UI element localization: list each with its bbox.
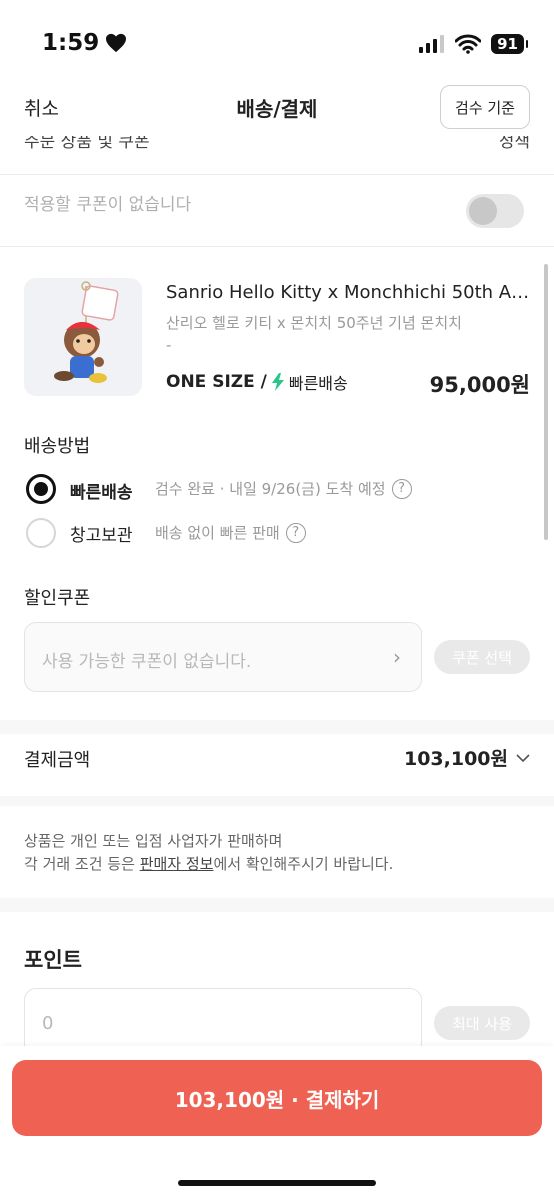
status-bar: 1:59 91 bbox=[0, 0, 554, 80]
notice-text: 각 거래 조건 등은 bbox=[24, 855, 140, 873]
chevron-down-icon bbox=[516, 753, 530, 762]
wifi-icon bbox=[455, 34, 482, 54]
coupon-placeholder: 사용 가능한 쿠폰이 없습니다. bbox=[42, 652, 252, 672]
clock-text: 1:59 bbox=[42, 30, 100, 56]
coupon-select-field[interactable]: 사용 가능한 쿠폰이 없습니다. › bbox=[24, 622, 422, 692]
lightning-icon bbox=[271, 373, 284, 391]
shipping-title: 배송방법 bbox=[24, 436, 91, 457]
help-icon[interactable]: ? bbox=[391, 478, 412, 499]
divider bbox=[0, 174, 554, 175]
shipping-option-desc: 배송 없이 빠른 판매 ? bbox=[155, 522, 306, 543]
pay-button[interactable]: 103,100원 · 결제하기 bbox=[12, 1060, 542, 1136]
points-title: 포인트 bbox=[24, 948, 82, 972]
coupon-select-button[interactable]: 쿠폰 선택 bbox=[434, 640, 530, 674]
points-value: 0 bbox=[42, 1013, 54, 1034]
product-subtitle: 산리오 헬로 키티 x 몬치치 50주년 기념 몬치치 bbox=[166, 314, 462, 332]
product-size: ONE SIZE / bbox=[166, 372, 267, 392]
discount-title: 할인쿠폰 bbox=[24, 588, 91, 609]
clipped-row-left: 주문 상품 및 쿠폰 bbox=[24, 136, 150, 150]
seller-notice: 상품은 개인 또는 입점 사업자가 판매하며 각 거래 조건 등은 판매자 정보… bbox=[24, 830, 393, 876]
home-indicator[interactable] bbox=[178, 1180, 376, 1186]
inspection-criteria-button[interactable]: 검수 기준 bbox=[440, 85, 530, 129]
scrollbar[interactable] bbox=[544, 264, 548, 540]
notice-line: 상품은 개인 또는 입점 사업자가 판매하며 bbox=[24, 832, 283, 850]
footer: 103,100원 · 결제하기 bbox=[0, 1046, 554, 1200]
product-price: 95,000원 bbox=[429, 373, 530, 397]
product-dash: - bbox=[166, 336, 172, 354]
section-gap bbox=[0, 720, 554, 734]
divider bbox=[0, 246, 554, 247]
shipping-option-desc: 검수 완료 · 내일 9/26(금) 도착 예정 ? bbox=[155, 478, 412, 499]
notice-line: 각 거래 조건 등은 판매자 정보에서 확인해주시기 바랍니다. bbox=[24, 853, 393, 876]
status-time: 1:59 bbox=[42, 30, 127, 56]
shipping-option-desc-text: 배송 없이 빠른 판매 bbox=[155, 524, 280, 542]
help-icon[interactable]: ? bbox=[285, 522, 306, 543]
total-amount-toggle[interactable]: 103,100원 bbox=[404, 744, 530, 771]
status-icons: 91 bbox=[419, 34, 528, 54]
radio-fast-delivery[interactable] bbox=[26, 474, 56, 504]
shipping-option-desc-text: 검수 완료 · 내일 9/26(금) 도착 예정 bbox=[155, 480, 386, 498]
shipping-option-label[interactable]: 창고보관 bbox=[70, 521, 133, 546]
product-image bbox=[24, 278, 142, 396]
signal-icon bbox=[419, 35, 445, 53]
monchhichi-figure-icon bbox=[54, 281, 119, 383]
section-gap bbox=[0, 898, 554, 912]
seller-info-link[interactable]: 판매자 정보 bbox=[140, 855, 214, 873]
total-label: 결제금액 bbox=[24, 750, 91, 771]
product-option: ONE SIZE / 빠른배송 bbox=[166, 370, 348, 394]
clipped-row-right: 정책 bbox=[498, 136, 530, 150]
section-gap bbox=[0, 796, 554, 806]
shipping-option-label[interactable]: 빠른배송 bbox=[70, 478, 133, 503]
coupon-empty-label: 적용할 쿠폰이 없습니다 bbox=[24, 195, 192, 215]
heart-icon bbox=[106, 33, 127, 53]
notice-text: 에서 확인해주시기 바랍니다. bbox=[213, 855, 394, 873]
total-amount: 103,100원 bbox=[403, 748, 508, 770]
nav-header: 취소 배송/결제 검수 기준 bbox=[0, 80, 554, 136]
clipped-summary-row: 주문 상품 및 쿠폰 정책 bbox=[0, 136, 554, 150]
battery-icon: 91 bbox=[491, 34, 528, 54]
fast-delivery-label: 빠른배송 bbox=[288, 374, 348, 393]
chevron-right-icon: › bbox=[393, 645, 401, 669]
product-name: Sanrio Hello Kitty x Monchhichi 50th Ann… bbox=[166, 282, 532, 303]
radio-warehouse-storage[interactable] bbox=[26, 518, 56, 548]
coupon-toggle[interactable] bbox=[466, 194, 524, 228]
max-points-button[interactable]: 최대 사용 bbox=[434, 1006, 530, 1040]
toggle-knob bbox=[469, 197, 497, 225]
